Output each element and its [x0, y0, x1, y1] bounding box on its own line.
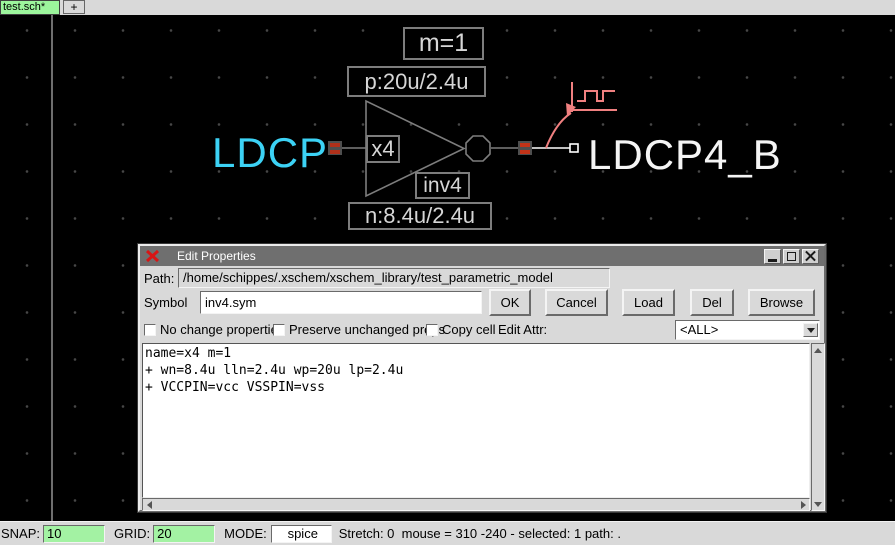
inverter-bubble: [466, 136, 490, 161]
copy-cell-label: Copy cell: [442, 322, 495, 337]
maximize-icon: [787, 252, 796, 261]
preserve-unchanged-props-label: Preserve unchanged props: [289, 322, 445, 337]
no-change-properties-checkbox[interactable]: [144, 324, 156, 336]
dialog-title: Edit Properties: [177, 249, 256, 263]
scroll-up-button[interactable]: [812, 344, 824, 356]
net-label-ldcp4b[interactable]: LDCP4_B: [588, 131, 782, 179]
ok-button[interactable]: OK: [489, 289, 531, 316]
status-bar: SNAP: GRID: MODE: Stretch: 0 mouse = 310…: [0, 521, 895, 545]
scroll-left-button[interactable]: [143, 499, 155, 510]
launcher-leader-curve: [546, 113, 571, 148]
output-pin[interactable]: [518, 141, 532, 155]
output-wire[interactable]: [532, 144, 578, 152]
scroll-right-button[interactable]: [797, 499, 809, 510]
launcher-pulse-wave: [577, 91, 615, 101]
xschem-window: test.sch* +: [0, 0, 895, 545]
close-icon: [805, 251, 816, 262]
grid-label: GRID:: [114, 526, 150, 541]
browse-button[interactable]: Browse: [748, 289, 815, 316]
path-value: /home/schippes/.xschem/xschem_library/te…: [178, 268, 610, 288]
copy-cell-checkbox[interactable]: [426, 324, 438, 336]
no-change-properties-label: No change properties: [160, 322, 284, 337]
input-pin-bar: [330, 150, 340, 154]
maximize-button[interactable]: [783, 249, 800, 264]
preserve-unchanged-props-checkbox[interactable]: [273, 324, 285, 336]
load-button[interactable]: Load: [622, 289, 675, 316]
attr-p-text[interactable]: p:20u/2.4u: [347, 66, 486, 97]
net-label-ldcp[interactable]: LDCP: [212, 129, 328, 177]
minimize-button[interactable]: [764, 249, 781, 264]
tab-bar: test.sch* +: [0, 0, 895, 15]
arrow-right-icon: [801, 501, 806, 509]
arrow-up-icon: [814, 348, 822, 353]
cancel-button[interactable]: Cancel: [545, 289, 608, 316]
symbol-input[interactable]: [200, 291, 482, 314]
new-tab-button[interactable]: +: [63, 0, 85, 14]
grid-input[interactable]: [153, 525, 215, 543]
dialog-titlebar[interactable]: Edit Properties: [140, 246, 824, 266]
arrow-down-icon: [814, 502, 822, 507]
vertical-scrollbar[interactable]: [811, 343, 825, 511]
output-pin-bar: [520, 150, 530, 154]
mode-label: MODE:: [224, 526, 267, 541]
minimize-icon: [768, 259, 777, 262]
input-pin-bar: [330, 143, 340, 147]
chevron-down-icon: [807, 328, 815, 333]
horizontal-scrollbar[interactable]: [142, 498, 810, 511]
xschem-logo-icon: [145, 249, 161, 263]
symbol-label: Symbol: [144, 295, 187, 310]
dialog-body: Path: /home/schippes/.xschem/xschem_libr…: [140, 266, 824, 510]
edit-attr-value: <ALL>: [680, 322, 718, 337]
snap-label: SNAP:: [1, 526, 40, 541]
properties-textarea[interactable]: name=x4 m=1 + wn=8.4u lln=2.4u wp=20u lp…: [142, 343, 810, 498]
attr-n-text[interactable]: n:8.4u/2.4u: [348, 202, 492, 230]
wire-open-end: [570, 144, 578, 152]
path-label: Path:: [144, 271, 174, 286]
mode-input[interactable]: [271, 525, 332, 543]
input-pin[interactable]: [328, 141, 342, 155]
edit-attr-label: Edit Attr:: [498, 322, 547, 337]
attr-m-text[interactable]: m=1: [403, 27, 484, 60]
edit-properties-dialog: Edit Properties Path: /home/schippes/.xs…: [138, 244, 826, 512]
output-pin-bar: [520, 143, 530, 147]
close-button[interactable]: [802, 249, 819, 264]
edit-attr-combobox[interactable]: <ALL>: [675, 320, 820, 340]
combobox-dropdown-button[interactable]: [803, 323, 818, 337]
symbol-name-text[interactable]: inv4: [415, 172, 470, 199]
snap-input[interactable]: [43, 525, 105, 543]
arrow-left-icon: [147, 501, 152, 509]
del-button[interactable]: Del: [690, 289, 734, 316]
tab-test-sch[interactable]: test.sch*: [0, 0, 60, 15]
status-info-text: Stretch: 0 mouse = 310 -240 - selected: …: [339, 526, 621, 541]
scroll-down-button[interactable]: [812, 498, 824, 510]
instance-mult-text[interactable]: x4: [366, 135, 400, 163]
